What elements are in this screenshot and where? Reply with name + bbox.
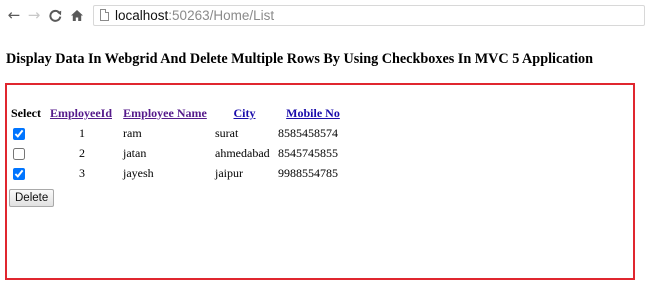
city-cell: ahmedabad — [215, 145, 270, 160]
reload-icon[interactable] — [48, 5, 62, 25]
back-arrow-icon[interactable]: ← — [7, 5, 21, 25]
home-icon[interactable] — [70, 5, 84, 25]
table-row: 1 ram surat 8585458574 — [7, 123, 350, 143]
city-column-header: City — [213, 103, 276, 123]
page-title: Display Data In Webgrid And Delete Multi… — [6, 51, 594, 67]
row-select-checkbox[interactable] — [13, 147, 25, 160]
employee-grid: Select EmployeeId Employee Name City Mob… — [7, 103, 350, 183]
mobile-column-header: Mobile No — [276, 103, 350, 123]
address-bar[interactable]: localhost:50263/Home/List — [93, 5, 645, 26]
row-select-checkbox[interactable] — [13, 127, 25, 140]
sort-employee-id-link[interactable]: EmployeeId — [50, 106, 112, 120]
mobile-cell: 9988554785 — [278, 165, 338, 180]
employee-id-cell: 1 — [79, 125, 85, 140]
sort-employee-name-link[interactable]: Employee Name — [123, 106, 207, 120]
forward-arrow-icon[interactable]: → — [27, 5, 41, 25]
employee-id-cell: 3 — [79, 165, 85, 180]
delete-button[interactable]: Delete — [9, 189, 55, 207]
page-icon — [100, 9, 109, 21]
employee-name-cell: jatan — [123, 145, 147, 160]
grid-header-row: Select EmployeeId Employee Name City Mob… — [7, 103, 350, 123]
table-row: 2 jatan ahmedabad 8545745855 — [7, 143, 350, 163]
select-cell — [7, 123, 45, 143]
employee-name-column-header: Employee Name — [117, 103, 213, 123]
select-column-header: Select — [11, 105, 41, 120]
employee-name-cell: jayesh — [123, 165, 154, 180]
sort-city-link[interactable]: City — [234, 106, 256, 120]
mobile-cell: 8585458574 — [278, 125, 338, 140]
employee-id-cell: 2 — [79, 145, 85, 160]
select-cell — [7, 163, 45, 183]
reload-icon-svg — [48, 9, 61, 22]
city-cell: jaipur — [215, 165, 243, 180]
employee-id-column-header: EmployeeId — [45, 103, 117, 123]
select-cell — [7, 143, 45, 163]
url-text[interactable]: localhost:50263/Home/List — [115, 7, 274, 24]
mobile-cell: 8545745855 — [278, 145, 338, 160]
row-select-checkbox[interactable] — [13, 167, 25, 180]
employee-name-cell: ram — [123, 125, 142, 140]
url-path: :50263/Home/List — [168, 8, 275, 23]
city-cell: surat — [215, 125, 239, 140]
home-icon-svg — [71, 10, 83, 21]
url-host: localhost — [115, 8, 169, 23]
webgrid-container: Select EmployeeId Employee Name City Mob… — [5, 83, 635, 280]
table-row: 3 jayesh jaipur 9988554785 — [7, 163, 350, 183]
browser-toolbar: ← → localhost:50263/Home/List — [0, 0, 650, 32]
sort-mobile-link[interactable]: Mobile No — [286, 106, 340, 120]
